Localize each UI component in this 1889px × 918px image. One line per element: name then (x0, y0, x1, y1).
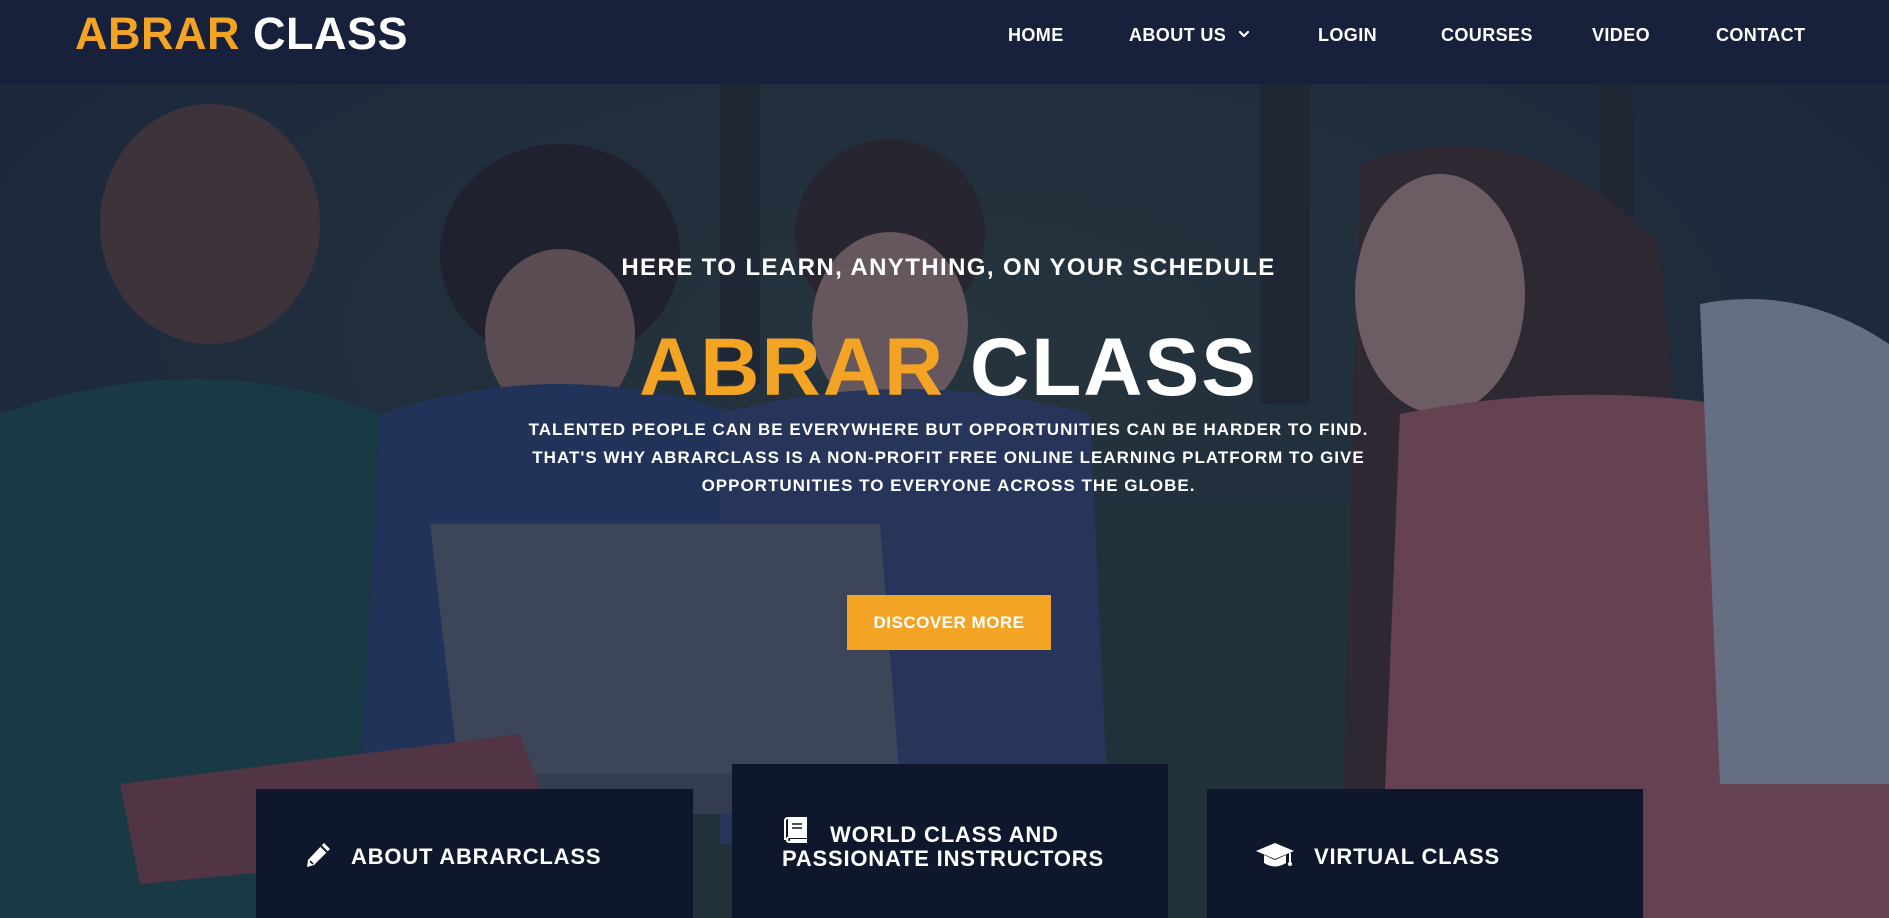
hero-description: TALENTED PEOPLE CAN BE EVERYWHERE BUT OP… (495, 416, 1402, 500)
feature-card-virtual-class[interactable]: VIRTUAL CLASS (1207, 789, 1643, 918)
discover-more-button[interactable]: DISCOVER MORE (847, 595, 1051, 650)
nav-item-label: LOGIN (1318, 25, 1377, 45)
nav-item-video[interactable]: VIDEO (1592, 24, 1650, 46)
nav-item-login[interactable]: LOGIN (1318, 24, 1377, 46)
nav-item-courses[interactable]: COURSES (1441, 24, 1533, 46)
nav-item-home[interactable]: HOME (1008, 24, 1064, 46)
pencil-icon (307, 843, 330, 867)
graduation-cap-icon (1256, 843, 1294, 867)
feature-card-instructors[interactable]: WORLD CLASS AND PASSIONATE INSTRUCTORS (732, 764, 1168, 918)
hero-description-line: TALENTED PEOPLE CAN BE EVERYWHERE BUT OP… (528, 420, 1369, 439)
nav-item-contact[interactable]: CONTACT (1716, 24, 1805, 46)
hero-description-line: THAT'S WHY ABRARCLASS IS A NON-PROFIT FR… (532, 448, 1365, 467)
nav-item-label: VIDEO (1592, 25, 1651, 45)
logo-plain-text: CLASS (253, 8, 409, 59)
chevron-down-icon (1238, 30, 1249, 38)
hero-title: ABRAR CLASS (0, 322, 1889, 414)
nav-item-label: CONTACT (1716, 25, 1806, 45)
hero-title-plain: CLASS (969, 322, 1258, 413)
nav-item-label: ABOUT US (1129, 25, 1227, 45)
nav-item-about-us[interactable]: ABOUT US (1129, 24, 1250, 46)
hero-description-line: OPPORTUNITIES TO EVERYONE ACROSS THE GLO… (701, 476, 1196, 495)
feature-card-label: WORLD CLASS AND (830, 822, 1059, 847)
nav-item-label: COURSES (1441, 25, 1533, 45)
feature-card-label: PASSIONATE INSTRUCTORS (782, 846, 1104, 871)
feature-card-label: VIRTUAL CLASS (1314, 844, 1501, 869)
book-icon (784, 817, 807, 843)
top-navbar: ABRAR CLASS HOME ABOUT US LOGIN COURSES … (0, 0, 1889, 84)
site-logo[interactable]: ABRAR CLASS (75, 8, 408, 60)
feature-card-about[interactable]: ABOUT ABRARCLASS (256, 789, 693, 918)
hero-title-accent: ABRAR (639, 322, 946, 413)
logo-accent-text: ABRAR (75, 8, 240, 59)
hero-tagline: HERE TO LEARN, ANYTHING, ON YOUR SCHEDUL… (621, 254, 1276, 281)
feature-card-label: ABOUT ABRARCLASS (351, 844, 602, 869)
nav-item-label: HOME (1008, 25, 1064, 45)
